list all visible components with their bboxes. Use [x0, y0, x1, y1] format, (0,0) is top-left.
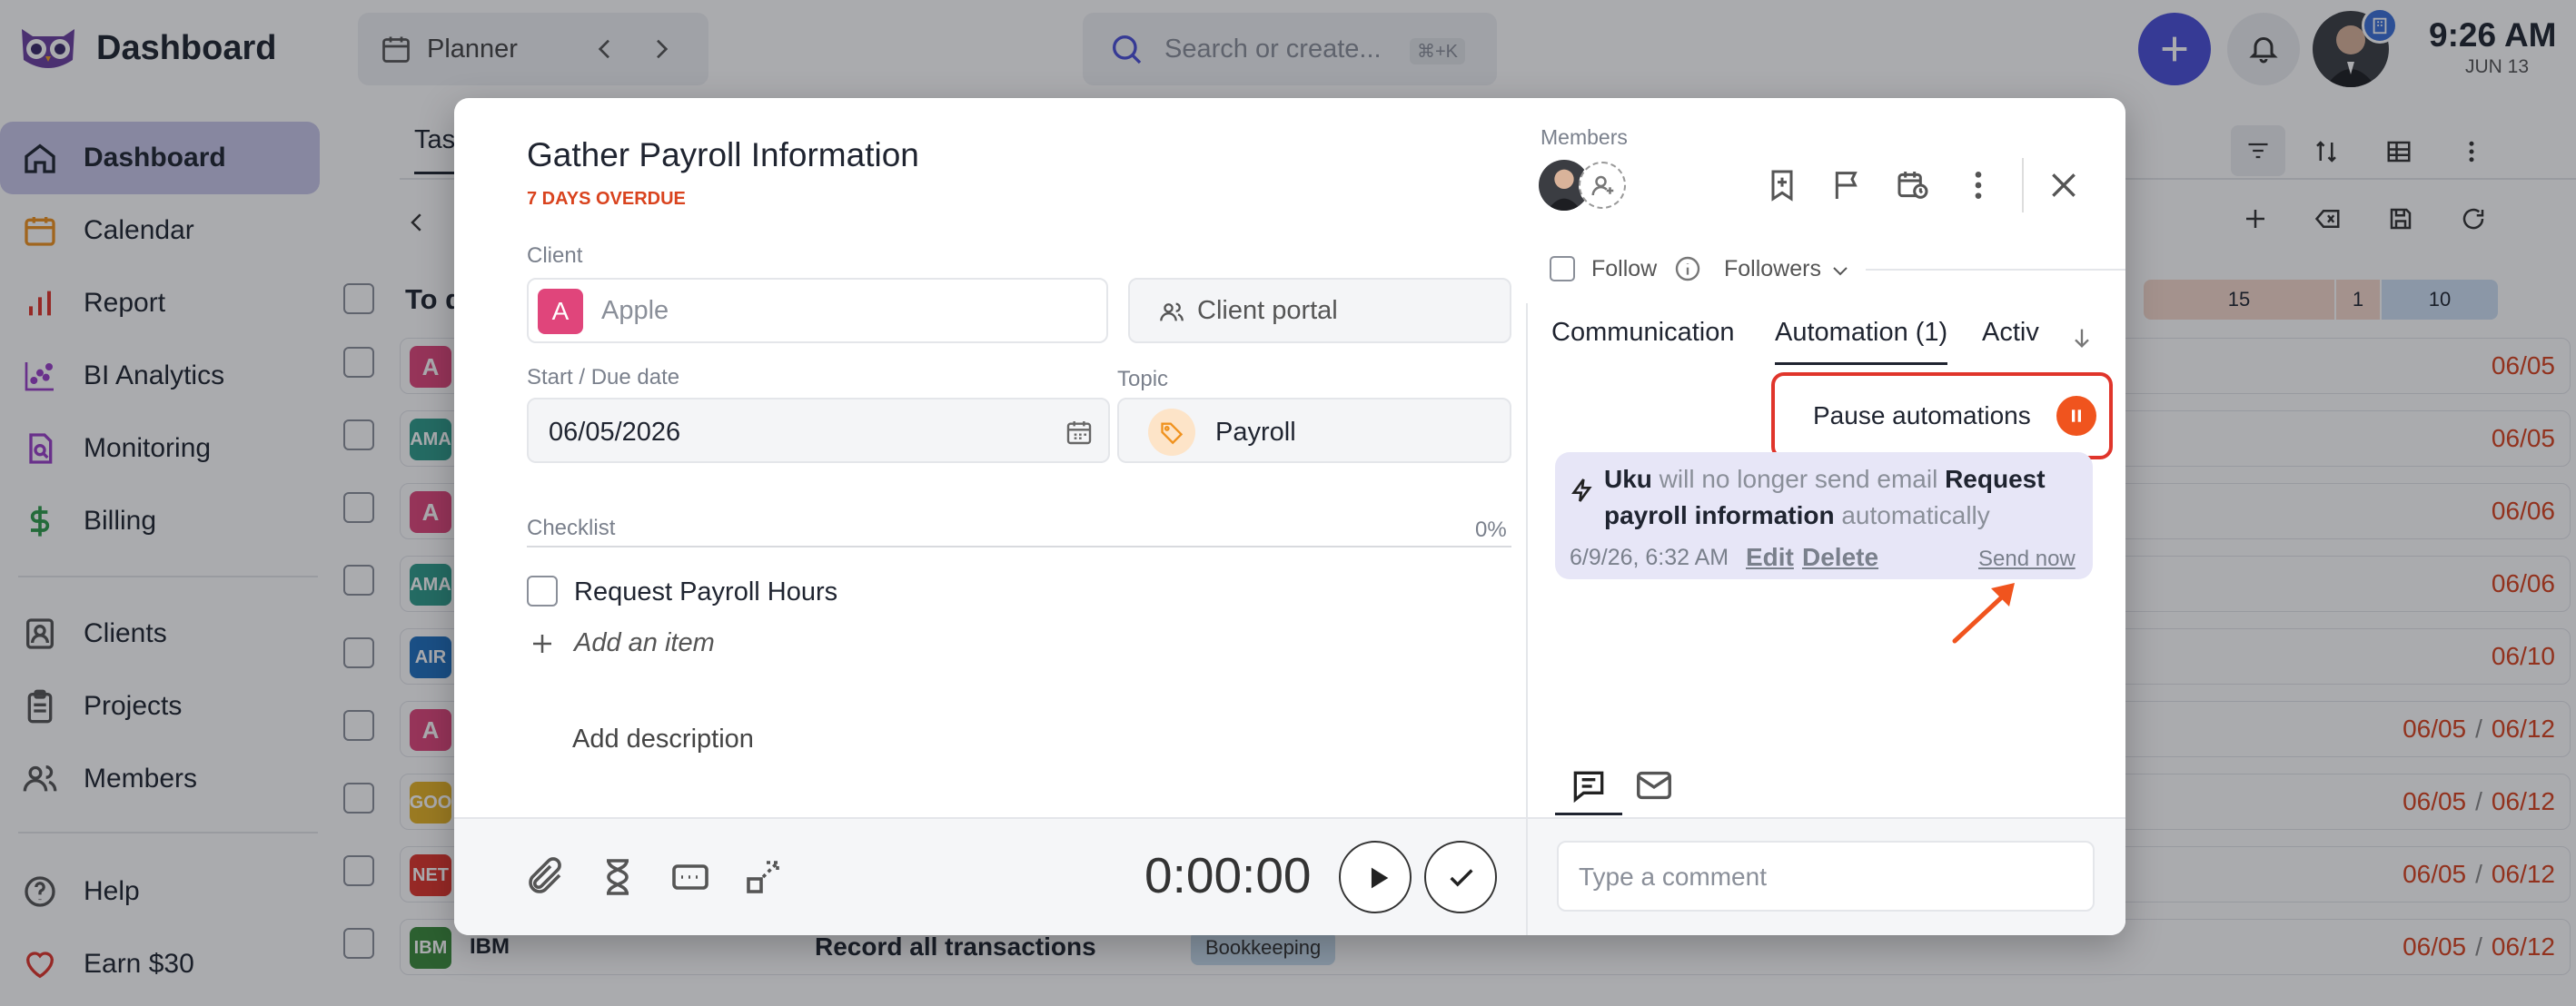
- comment-tab-note[interactable]: [1555, 757, 1622, 815]
- topic-value: Payroll: [1215, 418, 1296, 447]
- more-icon[interactable]: [1960, 167, 1996, 203]
- timer-display: 0:00:00: [1144, 847, 1312, 903]
- paperclip-icon[interactable]: [523, 855, 567, 899]
- task-modal: Gather Payroll Information 7 DAYS OVERDU…: [454, 98, 2125, 935]
- date-field[interactable]: 06/05/2026: [527, 398, 1110, 463]
- automation-delete-link[interactable]: Delete: [1802, 543, 1878, 572]
- arrow-down-icon[interactable]: [2069, 325, 2095, 350]
- follow-label: Follow: [1591, 256, 1658, 281]
- checklist-progress: 0%: [1475, 518, 1507, 542]
- modal-footer: 0:00:00: [454, 817, 1526, 935]
- check-icon: [1450, 869, 1473, 887]
- pause-icon: [2056, 396, 2096, 436]
- checklist-item[interactable]: Request Payroll Hours: [527, 568, 1072, 614]
- automation-message: Uku will no longer send email Request pa…: [1604, 461, 2086, 534]
- complete-button[interactable]: [1424, 841, 1497, 913]
- lightning-icon: [1571, 478, 1592, 502]
- client-label: Client: [527, 243, 583, 268]
- email-icon[interactable]: [1631, 764, 1677, 806]
- chevron-down-icon[interactable]: [1829, 260, 1851, 281]
- checklist-label: Checklist: [527, 516, 616, 540]
- client-value: Apple: [601, 296, 669, 325]
- tab-automation[interactable]: Automation (1): [1775, 318, 1948, 365]
- calendar-icon[interactable]: [1065, 418, 1094, 447]
- checklist-checkbox[interactable]: [527, 576, 558, 607]
- followers-dropdown[interactable]: Followers: [1724, 256, 1821, 283]
- topic-label: Topic: [1117, 367, 1169, 391]
- play-button[interactable]: [1339, 841, 1412, 913]
- comment-input[interactable]: Type a comment: [1557, 841, 2095, 912]
- topic-field[interactable]: Payroll: [1117, 398, 1511, 463]
- flag-icon[interactable]: [1829, 167, 1866, 203]
- automation-text: automatically: [1834, 501, 1990, 529]
- users-icon: [1160, 302, 1184, 321]
- pause-automations-label: Pause automations: [1813, 401, 2031, 429]
- automation-card: Uku will no longer send email Request pa…: [1555, 452, 2093, 579]
- add-description[interactable]: Add description: [572, 725, 754, 754]
- add-member-button[interactable]: [1579, 162, 1626, 209]
- overdue-badge: 7 DAYS OVERDUE: [527, 189, 686, 209]
- client-field[interactable]: A Apple: [527, 278, 1108, 343]
- add-user-icon: [1591, 175, 1614, 196]
- send-now-link[interactable]: Send now: [1978, 547, 2076, 572]
- plus-icon[interactable]: [529, 630, 556, 657]
- dependency-icon[interactable]: [741, 855, 785, 899]
- client-portal-label: Client portal: [1197, 296, 1338, 325]
- tab-activity[interactable]: Activ: [1982, 318, 2039, 348]
- note-icon: [1573, 771, 1604, 804]
- follow-checkbox[interactable]: [1550, 256, 1575, 281]
- annotation-arrow-icon: [1952, 583, 2015, 644]
- tab-communication[interactable]: Communication: [1551, 318, 1734, 348]
- date-value: 06/05/2026: [549, 418, 681, 447]
- client-avatar: A: [538, 289, 583, 334]
- dates-label: Start / Due date: [527, 365, 680, 390]
- followers-divider: [1866, 269, 2125, 271]
- checklist-progress-bar: [527, 546, 1511, 547]
- card-icon[interactable]: [669, 855, 712, 899]
- followers-label: Followers: [1724, 256, 1821, 281]
- automation-user: Uku: [1604, 465, 1652, 493]
- info-icon[interactable]: [1673, 254, 1702, 283]
- hourglass-icon[interactable]: [596, 855, 639, 899]
- members-label: Members: [1541, 125, 1628, 149]
- automation-timestamp: 6/9/26, 6:32 AM: [1570, 545, 1729, 570]
- play-icon: [1371, 867, 1389, 889]
- automation-edit-link[interactable]: Edit: [1746, 543, 1794, 572]
- client-portal-button[interactable]: Client portal: [1128, 278, 1511, 343]
- task-title[interactable]: Gather Payroll Information: [527, 136, 919, 174]
- close-icon[interactable]: [2046, 167, 2082, 203]
- header-divider: [2022, 158, 2024, 212]
- add-item-input[interactable]: Add an item: [574, 628, 715, 658]
- tag-icon: [1148, 409, 1195, 456]
- automation-text: will no longer send email: [1651, 465, 1946, 493]
- bookmark-icon[interactable]: [1764, 167, 1800, 203]
- checklist-item-label: Request Payroll Hours: [574, 577, 838, 607]
- schedule-icon[interactable]: [1895, 167, 1931, 203]
- comment-placeholder: Type a comment: [1579, 863, 1767, 891]
- pause-automations-button[interactable]: Pause automations: [1813, 390, 2100, 441]
